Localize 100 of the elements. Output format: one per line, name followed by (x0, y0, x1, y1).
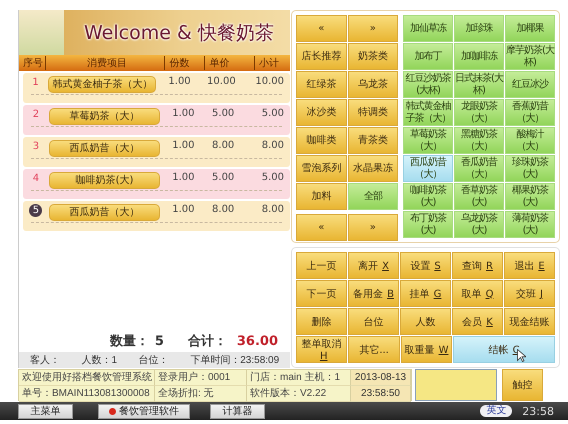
category-button[interactable]: 冰沙类 (296, 99, 346, 126)
item-name[interactable]: 西瓜奶昔（大） (48, 140, 160, 157)
function-button[interactable]: 交班 J (504, 280, 555, 307)
price-cell-text: 5.00 (212, 108, 236, 119)
order-row[interactable]: 3 西瓜奶昔（大） 1.00 8.00 8.00 (23, 137, 290, 167)
price-cell-text: 5.00 (212, 172, 236, 183)
previous-page-button[interactable]: « (296, 214, 346, 241)
menu-item-button[interactable]: 韩式黄金柚子茶（大） (403, 99, 453, 126)
function-button[interactable]: 台位 (348, 308, 399, 335)
category-button[interactable]: 红绿茶 (296, 71, 346, 98)
column-header: 份数 (164, 56, 204, 70)
menu-item-button[interactable]: 西瓜奶昔（大） (403, 155, 453, 182)
function-button[interactable]: 退出 E (504, 252, 555, 279)
quantity-cell-text: 1.00 (171, 172, 196, 183)
status-text: 全场折扣: 无 (155, 386, 247, 402)
subtotal-cell-text: 5.00 (262, 108, 286, 119)
row-number: 5 (29, 204, 42, 217)
category-button[interactable]: 特调类 (348, 99, 398, 126)
function-button[interactable]: 上一页 (296, 252, 347, 279)
status-text: 软件版本：V2.22 (247, 386, 351, 402)
price-cell-text: 8.00 (212, 204, 236, 215)
taskbar-button[interactable]: 计算器 (210, 404, 265, 418)
menu-item-button[interactable]: 咖啡奶茶(大) (403, 183, 453, 210)
menu-item-button[interactable]: 加咖啡冻 (454, 43, 504, 70)
previous-page-button[interactable]: « (296, 15, 346, 42)
function-button[interactable]: 整单取消 H (296, 336, 348, 363)
function-button[interactable]: 取单 Q (452, 280, 503, 307)
menu-item-button[interactable]: 珍珠奶茶(大) (505, 155, 555, 182)
category-button[interactable]: 加料 (296, 183, 346, 210)
status-text: 2013-08-13 (351, 370, 411, 386)
function-button[interactable]: 挂单 G (400, 280, 451, 307)
function-button[interactable]: 会员 K (452, 308, 503, 335)
order-row[interactable]: 1 韩式黄金柚子茶（大） 1.00 10.00 10.00 (23, 73, 290, 103)
subtotal-cell-text: 5.00 (262, 172, 286, 183)
category-button[interactable]: 奶茶类 (348, 43, 398, 70)
app-icon (109, 408, 116, 414)
status-text: 登录用户：0001 (155, 370, 247, 386)
menu-item-button[interactable]: 加珍珠 (454, 15, 504, 42)
order-row[interactable]: 2 草莓奶茶（大） 1.00 5.00 5.00 (23, 105, 290, 135)
next-page-button[interactable]: » (348, 15, 398, 42)
clock: 23:58 (522, 404, 554, 418)
language-indicator[interactable]: 英文 (480, 405, 512, 417)
next-page-button[interactable]: » (348, 214, 398, 241)
item-name[interactable]: 西瓜奶昔（大） (48, 204, 160, 221)
price-cell-text: 8.00 (212, 140, 236, 151)
function-button[interactable]: 现金结账 (504, 308, 555, 335)
function-button[interactable]: 离开 X (348, 252, 399, 279)
touch-button[interactable]: 触控 (502, 369, 543, 401)
menu-item-button[interactable]: 红豆沙奶茶(大杯) (403, 71, 453, 98)
menu-item-button[interactable]: 加布丁 (403, 43, 453, 70)
item-name[interactable]: 咖啡奶茶(大) (48, 172, 160, 189)
total-label: 合计： (188, 333, 227, 350)
menu-item-button[interactable]: 酸梅汁（大） (505, 127, 555, 154)
item-name[interactable]: 草莓奶茶（大） (48, 108, 160, 125)
function-button[interactable]: 下一页 (296, 280, 347, 307)
order-row[interactable]: 4 咖啡奶茶(大) 1.00 5.00 5.00 (23, 169, 290, 199)
mouse-pointer-icon (517, 349, 526, 362)
menu-item-button[interactable]: 摩芋奶茶(大杯) (505, 43, 555, 70)
menu-item-button[interactable]: 龙眼奶茶（大） (454, 99, 504, 126)
info-text: 人数：1 (80, 354, 118, 367)
function-button[interactable]: 设置 S (400, 252, 451, 279)
category-button[interactable]: 水晶果冻 (348, 155, 398, 182)
menu-item-button[interactable]: 香蕉奶昔（大） (505, 99, 555, 126)
function-button[interactable]: 其它... (348, 336, 400, 363)
quantity-cell-text: 1.00 (167, 76, 192, 87)
menu-item-button[interactable]: 布丁奶茶(大) (403, 211, 453, 238)
function-button[interactable]: 查询 R (452, 252, 503, 279)
function-button[interactable]: 取重量 W (400, 336, 452, 363)
category-button[interactable]: 咖啡类 (296, 127, 346, 154)
column-header: 单价 (204, 56, 254, 70)
category-button[interactable]: 青茶类 (348, 127, 398, 154)
menu-item-button[interactable]: 薄荷奶茶(大) (505, 211, 555, 238)
status-text: 单号：BMAIN113081300008 (19, 386, 155, 402)
function-button[interactable]: 备用金 B (348, 280, 399, 307)
category-button[interactable]: 雪泡系列 (296, 155, 346, 182)
banner-title: Welcome & 快餐奶茶 (84, 20, 274, 46)
category-button[interactable]: 乌龙茶 (348, 71, 398, 98)
function-button[interactable]: 人数 (400, 308, 451, 335)
function-button[interactable]: 删除 (296, 308, 347, 335)
menu-item-button[interactable]: 红豆冰沙 (505, 71, 555, 98)
menu-item-button[interactable]: 日式抹茶(大杯) (454, 71, 504, 98)
order-row[interactable]: 5 西瓜奶昔（大） 1.00 8.00 8.00 (23, 201, 290, 231)
category-button[interactable]: 店长推荐 (296, 43, 346, 70)
item-name[interactable]: 韩式黄金柚子茶（大） (48, 76, 156, 93)
input-field[interactable] (415, 369, 497, 401)
taskbar-button[interactable]: 餐饮管理软件 (98, 404, 190, 418)
menu-item-button[interactable]: 草莓奶茶（大） (403, 127, 453, 154)
taskbar-button[interactable]: 主菜单 (18, 404, 73, 418)
menu-item-button[interactable]: 椰果奶茶(大) (505, 183, 555, 210)
menu-item-button[interactable]: 黑糖奶茶（大） (454, 127, 504, 154)
subtotal-cell-text: 8.00 (262, 140, 286, 151)
menu-item-button[interactable]: 香瓜奶昔（大） (454, 155, 504, 182)
column-header: 消费项目 (44, 56, 164, 70)
category-button[interactable]: 全部 (348, 183, 398, 210)
menu-item-button[interactable]: 乌龙奶茶(大) (454, 211, 504, 238)
info-text: 台位： (138, 354, 170, 367)
subtotal-cell-text: 8.00 (262, 204, 286, 215)
menu-item-button[interactable]: 加椰果 (505, 15, 555, 42)
menu-item-button[interactable]: 香草奶茶(大) (454, 183, 504, 210)
menu-item-button[interactable]: 加仙草冻 (403, 15, 453, 42)
